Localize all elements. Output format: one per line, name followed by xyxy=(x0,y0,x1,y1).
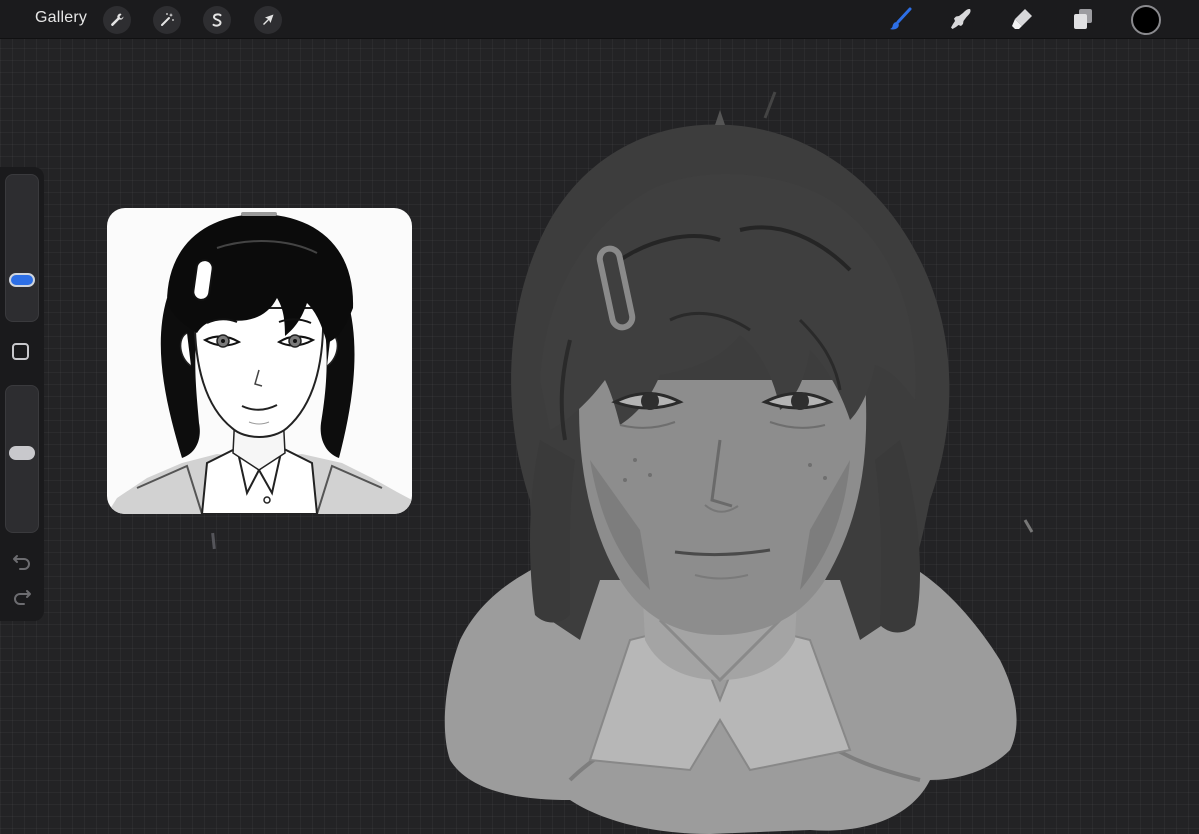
smudge-finger-icon xyxy=(951,9,971,29)
brush-icon xyxy=(890,7,912,30)
eraser-icon xyxy=(1012,9,1032,29)
gallery-button[interactable]: Gallery xyxy=(35,9,87,27)
layers-button[interactable] xyxy=(1068,4,1098,34)
stray-mark xyxy=(211,532,216,550)
wrench-icon xyxy=(111,13,124,26)
selection-s-icon xyxy=(212,13,222,27)
top-toolbar: Gallery xyxy=(0,0,1199,39)
layers-icon xyxy=(1074,9,1092,29)
eraser-tool-button[interactable] xyxy=(1007,4,1037,34)
smudge-tool-button[interactable] xyxy=(946,4,976,34)
brush-tool-button[interactable] xyxy=(886,4,916,34)
color-swatch[interactable] xyxy=(1131,5,1161,35)
actions-button[interactable] xyxy=(103,6,131,34)
opacity-thumb[interactable] xyxy=(9,445,35,460)
magic-wand-icon xyxy=(161,13,174,26)
reference-window[interactable] xyxy=(107,208,412,514)
modify-button[interactable] xyxy=(12,343,29,360)
procreate-app: Gallery xyxy=(0,0,1199,834)
redo-icon xyxy=(14,590,31,605)
grayscale-portrait-painting[interactable] xyxy=(420,80,1040,834)
undo-button[interactable] xyxy=(11,552,33,570)
brush-size-thumb[interactable] xyxy=(9,272,35,287)
arrow-cursor-icon xyxy=(263,14,274,25)
adjustments-button[interactable] xyxy=(153,6,181,34)
brush-size-slider[interactable] xyxy=(5,174,39,322)
selection-button[interactable] xyxy=(203,6,231,34)
left-sidebar xyxy=(0,167,44,621)
opacity-slider[interactable] xyxy=(5,385,39,533)
undo-icon xyxy=(13,555,30,570)
transform-button[interactable] xyxy=(254,6,282,34)
reference-drag-handle[interactable] xyxy=(241,212,277,216)
redo-button[interactable] xyxy=(11,589,33,607)
manga-portrait-image xyxy=(107,214,412,514)
